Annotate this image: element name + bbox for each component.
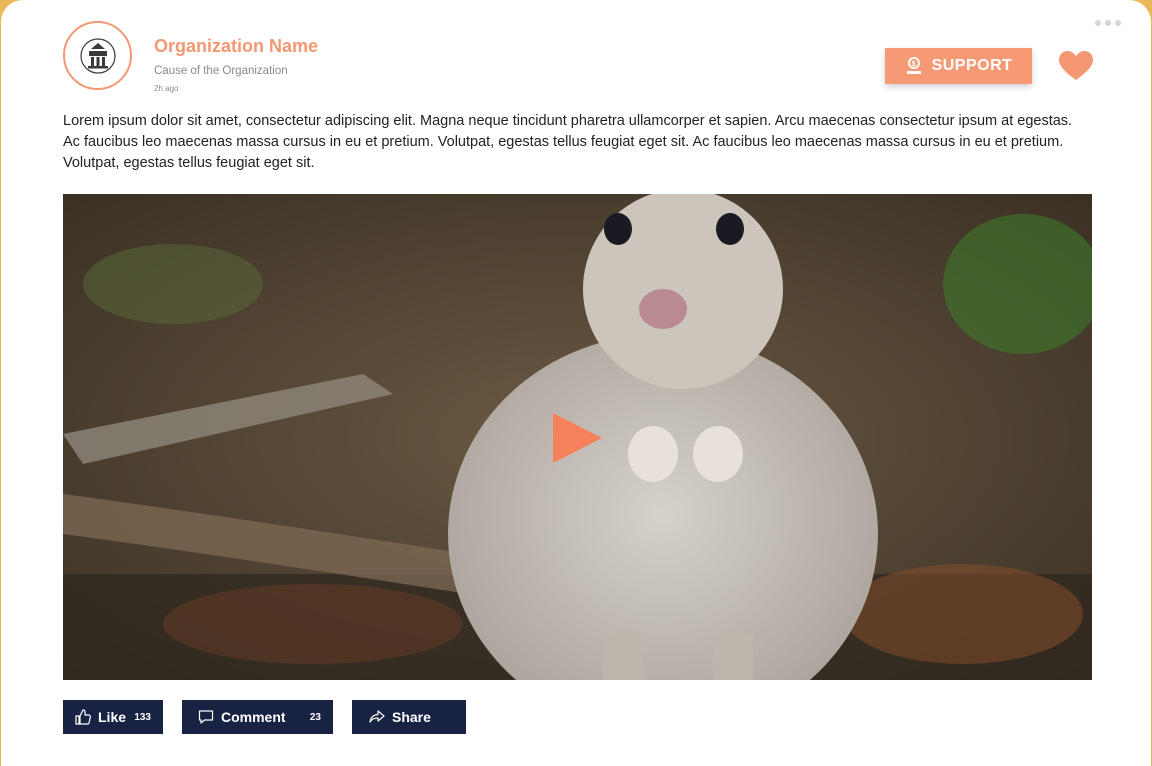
post-card: Organization Name Cause of the Organizat… [1,0,1151,766]
support-label: SUPPORT [931,57,1013,74]
comment-button[interactable]: Comment 23 [182,700,333,734]
donate-icon: $ [906,57,921,74]
organization-cause: Cause of the Organization [154,65,288,77]
organization-name[interactable]: Organization Name [154,36,318,57]
like-count: 133 [134,711,151,723]
more-options-icon[interactable] [1095,20,1121,26]
like-button[interactable]: Like 133 [63,700,163,734]
comment-count: 23 [309,711,321,723]
share-icon [369,710,385,723]
svg-text:$: $ [911,61,915,68]
play-icon[interactable] [551,412,603,464]
post-text: Lorem ipsum dolor sit amet, consectetur … [63,113,1073,171]
comment-icon [198,710,214,724]
favorite-heart-icon[interactable] [1059,51,1093,81]
share-label: Share [392,709,431,725]
support-button[interactable]: $ SUPPORT [885,48,1032,84]
like-label: Like [98,709,127,725]
organization-avatar[interactable] [63,21,132,90]
comment-label: Comment [221,709,286,725]
share-button[interactable]: Share [352,700,466,734]
post-timestamp: 2h ago [154,84,179,93]
thumbs-up-icon [75,709,91,725]
video-player[interactable] [63,194,1092,680]
charity-logo-icon [79,37,116,74]
